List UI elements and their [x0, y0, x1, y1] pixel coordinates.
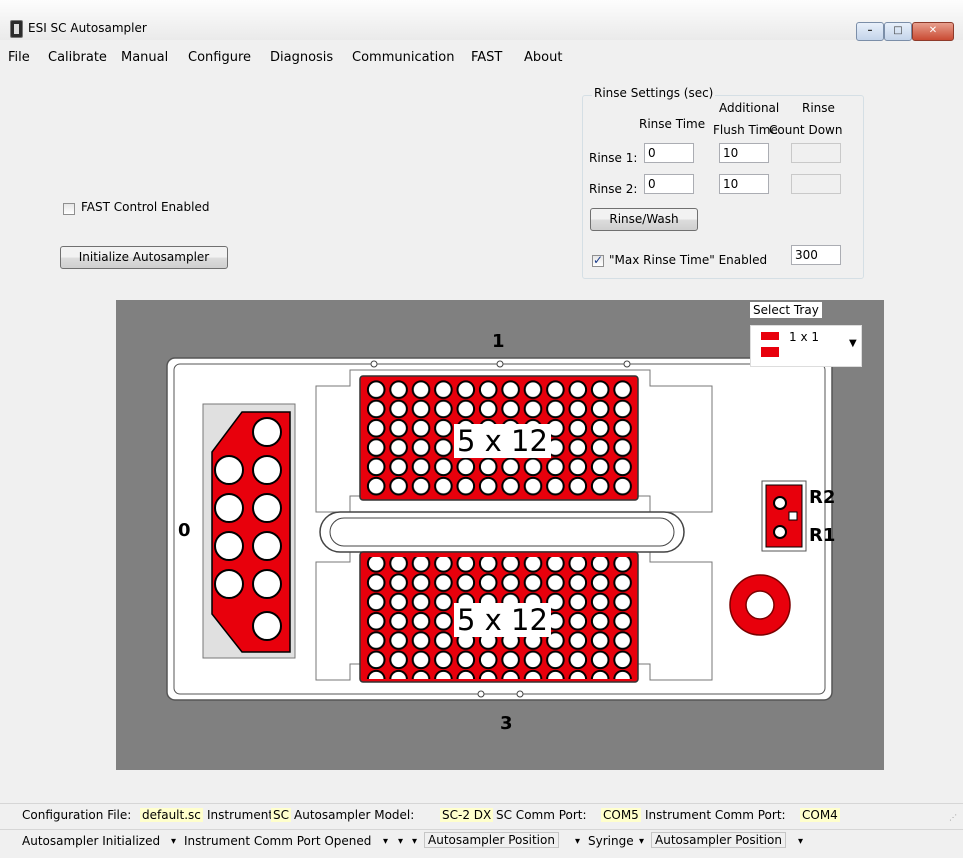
tray-select-value: 1 x 1	[789, 330, 819, 344]
rinse1-label: Rinse 1:	[589, 151, 638, 165]
rinse2-time-field[interactable]: 0	[644, 174, 694, 194]
autosampler-position-status-2[interactable]: Autosampler Position	[651, 832, 786, 848]
menu-fast[interactable]: FAST	[471, 50, 502, 65]
rack-bottom-label: 5 x 12	[454, 603, 551, 637]
sc-comm-port-label: SC Comm Port:	[496, 808, 587, 822]
instrument-value: SC	[271, 808, 291, 822]
left-rack-tube[interactable]	[252, 569, 282, 599]
tray-position-label-left: 0	[178, 520, 191, 541]
chevron-down-icon[interactable]: ▾	[575, 836, 580, 847]
menu-file[interactable]: File	[8, 50, 30, 65]
left-rack-tube[interactable]	[252, 611, 282, 641]
tray-position-label-bottom: 3	[500, 713, 513, 734]
rack-top-label: 5 x 12	[454, 424, 551, 458]
max-rinse-checkbox[interactable]	[592, 253, 604, 267]
menu-diagnosis[interactable]: Diagnosis	[270, 50, 333, 65]
window-title: ESI SC Autosampler	[28, 21, 147, 35]
select-tray-label: Select Tray	[750, 302, 822, 318]
chevron-down-icon[interactable]: ▾	[398, 836, 403, 847]
chevron-down-icon[interactable]: ▾	[383, 836, 388, 847]
rinse1-flush-field[interactable]: 10	[719, 143, 769, 163]
instrument-label: Instrument:	[207, 808, 278, 822]
rinse-countdown-header-1: Rinse	[802, 101, 835, 115]
status-bar-config: Configuration File: default.sc Instrumen…	[0, 803, 963, 826]
rinse2-label: Rinse 2:	[589, 182, 638, 196]
syringe-status[interactable]: Syringe	[588, 834, 634, 848]
additional-header: Additional	[719, 101, 780, 115]
menu-communication[interactable]: Communication	[352, 50, 454, 65]
rinse2-countdown-field	[791, 174, 841, 194]
config-file-label: Configuration File:	[22, 808, 132, 822]
instrument-port-status[interactable]: Instrument Comm Port Opened	[184, 834, 371, 848]
rinse1-time-field[interactable]: 0	[644, 143, 694, 163]
chevron-down-icon[interactable]: ▾	[798, 836, 803, 847]
menu-configure[interactable]: Configure	[188, 50, 251, 65]
fast-control-label: FAST Control Enabled	[81, 200, 210, 214]
app-icon	[10, 20, 23, 38]
chevron-down-icon[interactable]: ▾	[171, 836, 176, 847]
left-rack-tube[interactable]	[252, 493, 282, 523]
autosampler-initialized-status[interactable]: Autosampler Initialized	[22, 834, 160, 848]
menu-about[interactable]: About	[524, 50, 562, 65]
rinse-station-r1-label: R1	[809, 525, 836, 546]
rinse2-flush-field[interactable]: 10	[719, 174, 769, 194]
minimize-button[interactable]: –	[856, 22, 884, 41]
autosampler-model-value: SC-2 DX	[440, 808, 494, 822]
rinse-countdown-header-2: Count Down	[769, 123, 843, 137]
rinse-settings-title: Rinse Settings (sec)	[592, 86, 716, 100]
rinse-time-header: Rinse Time	[639, 117, 706, 131]
max-rinse-value-field[interactable]: 300	[791, 245, 841, 265]
chevron-down-icon[interactable]: ▾	[639, 836, 644, 847]
rinse-station-r2-label: R2	[809, 487, 836, 508]
config-file-value: default.sc	[140, 808, 203, 822]
close-button[interactable]: ✕	[912, 22, 954, 41]
left-rack-tube[interactable]	[214, 531, 244, 561]
left-rack-tube[interactable]	[214, 493, 244, 523]
autosampler-position-status[interactable]: Autosampler Position	[424, 832, 559, 848]
instrument-comm-port-label: Instrument Comm Port:	[645, 808, 786, 822]
autosampler-model-label: Autosampler Model:	[294, 808, 415, 822]
tray-icon-lower	[761, 347, 779, 357]
maximize-button[interactable]: □	[884, 22, 912, 41]
menu-manual[interactable]: Manual	[121, 50, 168, 65]
chevron-down-icon: ▼	[849, 338, 857, 349]
tray-icon	[761, 332, 779, 340]
instrument-comm-port-value: COM4	[800, 808, 840, 822]
rinse-wash-button[interactable]: Rinse/Wash	[590, 208, 698, 231]
menu-bar: File Calibrate Manual Configure Diagnosi…	[0, 44, 963, 68]
left-rack-tube[interactable]	[214, 569, 244, 599]
status-bar-state: Autosampler Initialized ▾ Instrument Com…	[0, 829, 963, 852]
left-rack-tube[interactable]	[252, 531, 282, 561]
fast-control-checkbox[interactable]	[63, 203, 75, 215]
left-rack-tube[interactable]	[214, 455, 244, 485]
tray-position-label-top: 1	[492, 331, 505, 352]
sc-comm-port-value: COM5	[601, 808, 641, 822]
max-rinse-label: "Max Rinse Time" Enabled	[609, 253, 768, 267]
menu-calibrate[interactable]: Calibrate	[48, 50, 107, 65]
chevron-down-icon[interactable]: ▾	[412, 836, 417, 847]
resize-grip-icon[interactable]: ⋰	[949, 813, 959, 823]
rinse1-countdown-field	[791, 143, 841, 163]
tray-select-dropdown[interactable]: 1 x 1 ▼	[750, 325, 862, 367]
left-rack-tube[interactable]	[252, 455, 282, 485]
title-bar: ESI SC Autosampler – □ ✕	[0, 0, 963, 41]
left-rack-tube[interactable]	[252, 417, 282, 447]
initialize-autosampler-button[interactable]: Initialize Autosampler	[60, 246, 228, 269]
